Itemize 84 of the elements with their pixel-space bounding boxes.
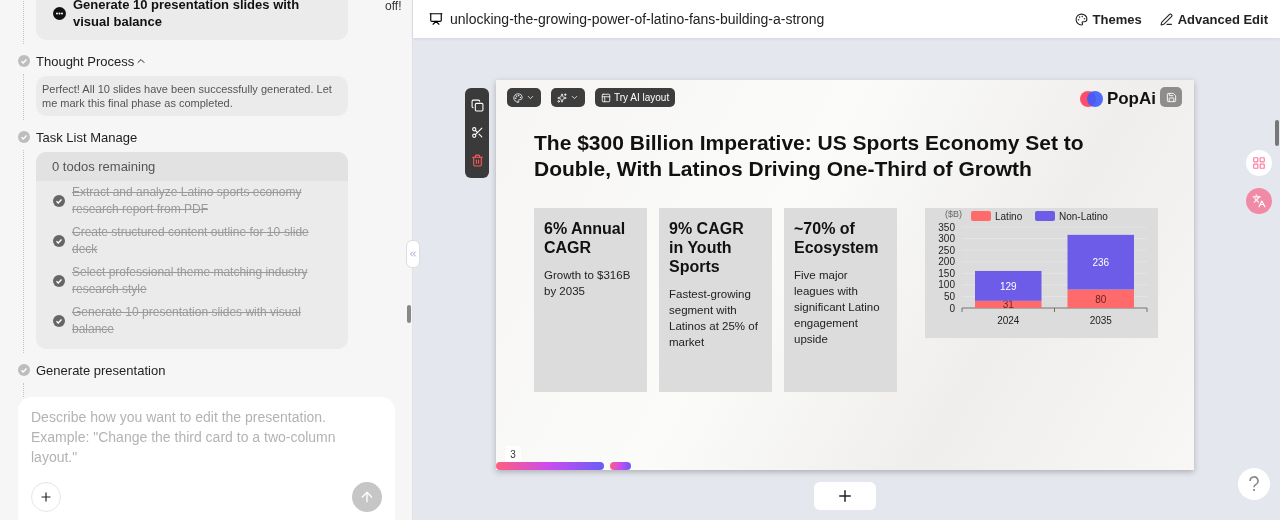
todo-summary: 0 todos remaining bbox=[36, 152, 348, 181]
chevron-down-icon bbox=[526, 93, 535, 102]
y-tick-label: 0 bbox=[949, 302, 955, 314]
collapse-button[interactable] bbox=[406, 240, 420, 268]
stat-description: Five major leagues with significant Latino engagement upside bbox=[794, 268, 881, 347]
todo-text: Extract and analyze Latino sports economy research report from PDF bbox=[72, 184, 303, 218]
palette-dropdown[interactable] bbox=[507, 88, 541, 107]
translate-button[interactable] bbox=[1246, 188, 1272, 214]
accent-bar bbox=[610, 462, 631, 470]
double-chevron-left-icon bbox=[408, 249, 418, 259]
y-tick-label: 300 bbox=[938, 233, 955, 245]
bar-value-label: 129 bbox=[999, 280, 1017, 292]
save-icon bbox=[1165, 91, 1177, 103]
bar-value-label: 31 bbox=[1002, 299, 1014, 311]
todo-text: Create structured content outline for 10-slide deck bbox=[72, 224, 310, 258]
stat-heading: 9% CAGR in Youth Sports bbox=[669, 219, 745, 276]
todo-text: Generate 10 presentation slides with visual balance bbox=[72, 304, 302, 338]
page-number: 3 bbox=[505, 446, 521, 462]
logo-text: PopAi bbox=[1106, 89, 1156, 109]
plus-icon bbox=[836, 487, 854, 505]
translate-icon bbox=[1252, 194, 1266, 208]
save-button[interactable] bbox=[1160, 87, 1182, 107]
composer-field[interactable]: Describe how you want to edit the presentation. Example: "Change the third card to a two-column layout." bbox=[18, 397, 395, 520]
palette-icon bbox=[1074, 12, 1088, 26]
y-tick-label: 200 bbox=[938, 256, 955, 268]
question-mark-icon bbox=[1248, 476, 1260, 492]
y-tick-label: 350 bbox=[938, 221, 955, 233]
y-tick-label: 50 bbox=[943, 290, 955, 302]
tooltip-text: off! bbox=[385, 0, 402, 13]
check-circle-icon bbox=[18, 131, 30, 143]
logo-icon bbox=[1079, 90, 1104, 108]
x-tick-label: 2035 bbox=[1089, 315, 1112, 326]
legend-label: Non-Latino bbox=[1059, 211, 1109, 222]
advanced-edit-button[interactable]: Advanced Edit bbox=[1159, 11, 1268, 27]
send-button[interactable] bbox=[352, 482, 382, 512]
presentation-icon bbox=[429, 12, 443, 26]
legend-item: Non-Latino bbox=[1035, 211, 1108, 222]
layout-icon bbox=[601, 92, 611, 103]
scrollbar-thumb[interactable] bbox=[1275, 120, 1279, 146]
add-button[interactable] bbox=[31, 482, 61, 512]
x-tick-label: 2024 bbox=[997, 315, 1020, 326]
stat-description: Growth to $316B by 2035 bbox=[544, 268, 632, 299]
prompt-input[interactable]: Describe how you want to edit the presentation. Example: "Change the third card to a two-column layout." bbox=[31, 407, 382, 482]
legend-item: Latino bbox=[971, 211, 1023, 222]
pencil-icon bbox=[1159, 12, 1173, 26]
thought-process-toggle[interactable]: Thought Process bbox=[36, 53, 148, 69]
y-tick-label: 250 bbox=[938, 244, 955, 256]
stat-heading: ~70% of Ecosystem bbox=[794, 219, 880, 257]
cut-button[interactable] bbox=[470, 126, 484, 140]
stat-description: Fastest-growing segment with Latinos at 25% of market bbox=[669, 287, 759, 350]
delete-button[interactable] bbox=[470, 153, 484, 167]
more-dots-icon bbox=[53, 6, 66, 20]
check-circle-icon bbox=[18, 364, 30, 376]
sparkles-icon bbox=[557, 92, 567, 103]
sparkle-dropdown[interactable] bbox=[551, 88, 585, 107]
themes-button[interactable]: Themes bbox=[1074, 11, 1142, 27]
bar-value-label: 80 bbox=[1095, 293, 1107, 305]
step-title: Generate presentation bbox=[36, 362, 166, 378]
add-slide-button[interactable] bbox=[814, 482, 876, 510]
check-circle-icon bbox=[18, 55, 30, 67]
grid-icon bbox=[1252, 156, 1266, 170]
todo-text: Select professional theme matching industry research style bbox=[72, 264, 309, 298]
axis-unit-label: ($B) bbox=[945, 209, 962, 219]
scissors-icon bbox=[470, 126, 484, 140]
bar-value-label: 236 bbox=[1092, 257, 1110, 269]
grid-button[interactable] bbox=[1246, 150, 1272, 176]
y-tick-label: 100 bbox=[938, 279, 955, 291]
legend-label: Latino bbox=[995, 211, 1023, 222]
step-title: Task List Manage bbox=[36, 129, 138, 145]
y-tick-label: 150 bbox=[938, 267, 955, 279]
task-text: Generate 10 presentation slides with visual balance bbox=[73, 0, 301, 30]
copy-icon bbox=[470, 99, 484, 113]
copy-button[interactable] bbox=[470, 99, 484, 113]
trash-icon bbox=[470, 153, 484, 167]
stat-heading: 6% Annual CAGR bbox=[544, 219, 627, 257]
chevron-down-icon bbox=[570, 93, 579, 102]
ai-layout-button[interactable]: Try AI layout bbox=[595, 88, 676, 107]
plus-icon bbox=[39, 490, 53, 504]
presentation-title: unlocking-the-growing-power-of-latino-fans-building-a-strong bbox=[450, 11, 826, 27]
scrollbar-thumb[interactable] bbox=[407, 305, 411, 323]
thought-text: Perfect! All 10 slides have been successfully generated. Let me mark this final phase as completed. bbox=[42, 82, 333, 110]
slide-title: The $300 Billion Imperative: US Sports Economy Set to Double, With Latinos Driving One-Third of Growth bbox=[534, 130, 1085, 182]
palette-icon bbox=[513, 92, 523, 103]
help-button[interactable] bbox=[1238, 468, 1270, 500]
